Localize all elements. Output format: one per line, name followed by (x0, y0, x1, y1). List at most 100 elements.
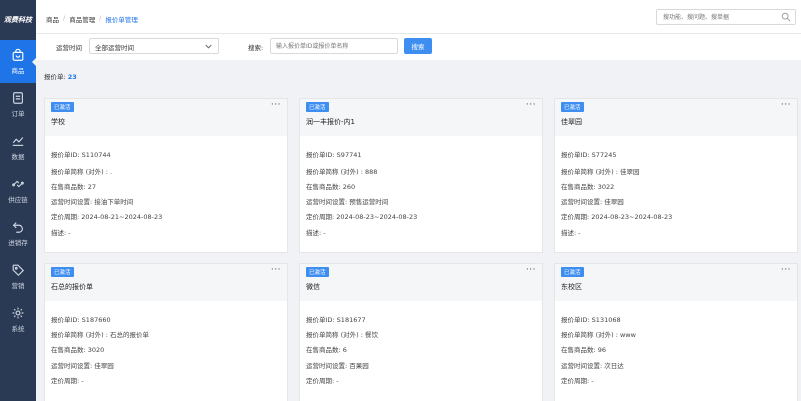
operating-time-setting: 运营时间设置: 预售运营时间 (306, 198, 389, 206)
status-badge: 已激活 (306, 267, 329, 277)
status-badge: 已激活 (51, 102, 74, 112)
sidebar: 观费科技 商品 订单 数据 供应链 进销存 营销 系统 (0, 0, 37, 401)
sidebar-item-label: 订单 (11, 110, 25, 118)
goods-on-sale: 在售商品数: 3020 (51, 346, 105, 354)
quote-short-name: 报价单简称 (对外) : 餐饮 (306, 331, 378, 339)
breadcrumb-separator: / (63, 14, 66, 22)
breadcrumb: 商品 / 商品管理 / 报价单管理 (46, 14, 138, 24)
global-search-input[interactable] (657, 10, 775, 24)
operating-time-setting: 运营时间设置: 接油下单时间 (51, 198, 134, 206)
status-badge: 已激活 (561, 102, 584, 112)
global-search-box[interactable] (656, 9, 796, 25)
quote-count-value: 23 (67, 73, 77, 81)
chevron-down-icon (205, 44, 212, 49)
app-logo: 观费科技 (4, 16, 32, 24)
quote-search-input[interactable] (270, 38, 398, 54)
inventory-icon (12, 222, 23, 233)
goods-on-sale: 在售商品数: 27 (51, 183, 97, 191)
pricing-period: 定价周期: - (306, 377, 339, 385)
goods-on-sale: 在售商品数: 6 (306, 346, 347, 354)
sidebar-item-supply-chain[interactable]: 供应链 (0, 169, 36, 212)
quote-id: 报价单ID: S131068 (561, 316, 621, 324)
quote-id: 报价单ID: S77245 (561, 151, 617, 159)
status-badge: 已激活 (306, 102, 329, 112)
quote-card[interactable]: 已激活 ··· 学校 报价单ID: S110744 报价单简称 (对外) : .… (44, 98, 288, 253)
quote-id: 报价单ID: S181677 (306, 316, 366, 324)
top-bar: 商品 / 商品管理 / 报价单管理 (36, 0, 801, 34)
bag-icon (12, 48, 24, 61)
quote-count: 报价单: 23 (44, 71, 77, 81)
goods-on-sale: 在售商品数: 260 (306, 183, 356, 191)
sidebar-item-marketing[interactable]: 营销 (0, 255, 36, 298)
sidebar-item-label: 数据 (11, 153, 25, 161)
quote-title: 石总的报价单 (51, 283, 93, 291)
more-options-icon[interactable]: ··· (781, 100, 791, 110)
operating-time-setting: 运营时间设置: 佳翠园 (51, 362, 114, 370)
breadcrumb-item-goods-management[interactable]: 商品管理 (69, 14, 95, 24)
more-options-icon[interactable]: ··· (526, 100, 536, 110)
sidebar-item-label: 进销存 (8, 239, 28, 247)
operating-time-setting: 运营时间设置: 佳翠园 (561, 198, 624, 206)
operating-time-value: 全部运营时间 (95, 44, 134, 52)
sidebar-item-label: 商品 (11, 67, 25, 75)
quote-card[interactable]: 已激活 ··· 微信 报价单ID: S181677 报价单简称 (对外) : 餐… (299, 263, 543, 401)
order-icon (13, 92, 23, 104)
quote-title: 东校区 (561, 283, 582, 291)
operating-time-select[interactable]: 全部运营时间 (89, 38, 219, 54)
quote-card[interactable]: 已激活 ··· 石总的报价单 报价单ID: S187660 报价单简称 (对外)… (44, 263, 288, 401)
breadcrumb-item-goods[interactable]: 商品 (46, 14, 59, 24)
goods-on-sale: 在售商品数: 96 (561, 346, 607, 354)
pricing-period: 定价周期: - (51, 377, 84, 385)
quote-card[interactable]: 已激活 ··· 佳翠园 报价单ID: S77245 报价单简称 (对外) : 佳… (554, 98, 798, 253)
sidebar-item-data[interactable]: 数据 (0, 126, 36, 169)
operating-time-setting: 运营时间设置: 百果园 (306, 362, 369, 370)
sidebar-item-system[interactable]: 系统 (0, 298, 36, 341)
sidebar-item-orders[interactable]: 订单 (0, 83, 36, 126)
pricing-period: 定价周期: 2024-08-23~2024-08-23 (561, 213, 673, 221)
more-options-icon[interactable]: ··· (781, 265, 791, 275)
search-label: 搜索: (248, 44, 264, 52)
sidebar-item-label: 供应链 (8, 196, 28, 204)
pricing-period: 定价周期: - (561, 377, 594, 385)
quote-title: 润一丰报价-内1 (306, 118, 355, 126)
status-badge: 已激活 (51, 267, 74, 277)
quote-short-name: 报价单简称 (对外) : www (561, 331, 636, 339)
filter-bar: 运营时间 全部运营时间 搜索: 搜索 (36, 34, 801, 60)
description: 描述: - (561, 229, 581, 237)
quote-count-label: 报价单: (44, 73, 66, 81)
tag-icon (12, 264, 25, 277)
quote-id: 报价单ID: S110744 (51, 151, 111, 159)
goods-on-sale: 在售商品数: 3022 (561, 183, 615, 191)
more-options-icon[interactable]: ··· (271, 265, 281, 275)
quote-short-name: 报价单简称 (对外) : 石总的报价单 (51, 331, 149, 339)
status-badge: 已激活 (561, 267, 584, 277)
quote-short-name: 报价单简称 (对外) : 佳翠园 (561, 168, 640, 176)
quote-id: 报价单ID: S187660 (51, 316, 111, 324)
quote-short-name: 报价单简称 (对外) : 888 (306, 168, 378, 176)
more-options-icon[interactable]: ··· (271, 100, 281, 110)
breadcrumb-item-current: 报价单管理 (105, 16, 138, 24)
gear-icon (12, 307, 24, 319)
pricing-period: 定价周期: 2024-08-21~2024-08-23 (51, 213, 163, 221)
search-icon[interactable] (781, 12, 791, 22)
sidebar-item-label: 营销 (11, 282, 25, 290)
description: 描述: - (51, 229, 71, 237)
more-options-icon[interactable]: ··· (526, 265, 536, 275)
quote-title: 学校 (51, 118, 65, 126)
sidebar-item-inventory[interactable]: 进销存 (0, 212, 36, 255)
quote-card[interactable]: 已激活 ··· 东校区 报价单ID: S131068 报价单简称 (对外) : … (554, 263, 798, 401)
search-button[interactable]: 搜索 (404, 38, 432, 54)
quote-card[interactable]: 已激活 ··· 润一丰报价-内1 报价单ID: S97741 报价单简称 (对外… (299, 98, 543, 253)
operating-time-setting: 运营时间设置: 次日达 (561, 362, 624, 370)
operating-time-label: 运营时间 (56, 44, 82, 52)
sidebar-item-goods[interactable]: 商品 (0, 40, 37, 83)
quote-id: 报价单ID: S97741 (306, 151, 362, 159)
pricing-period: 定价周期: 2024-08-23~2024-08-23 (306, 213, 418, 221)
supply-chain-icon (12, 180, 24, 188)
description: 描述: - (306, 229, 326, 237)
sidebar-item-label: 系统 (11, 325, 25, 333)
breadcrumb-separator: / (99, 14, 102, 22)
quote-title: 微信 (306, 283, 320, 291)
quote-title: 佳翠园 (561, 118, 582, 126)
quote-short-name: 报价单简称 (对外) : . (51, 168, 113, 176)
